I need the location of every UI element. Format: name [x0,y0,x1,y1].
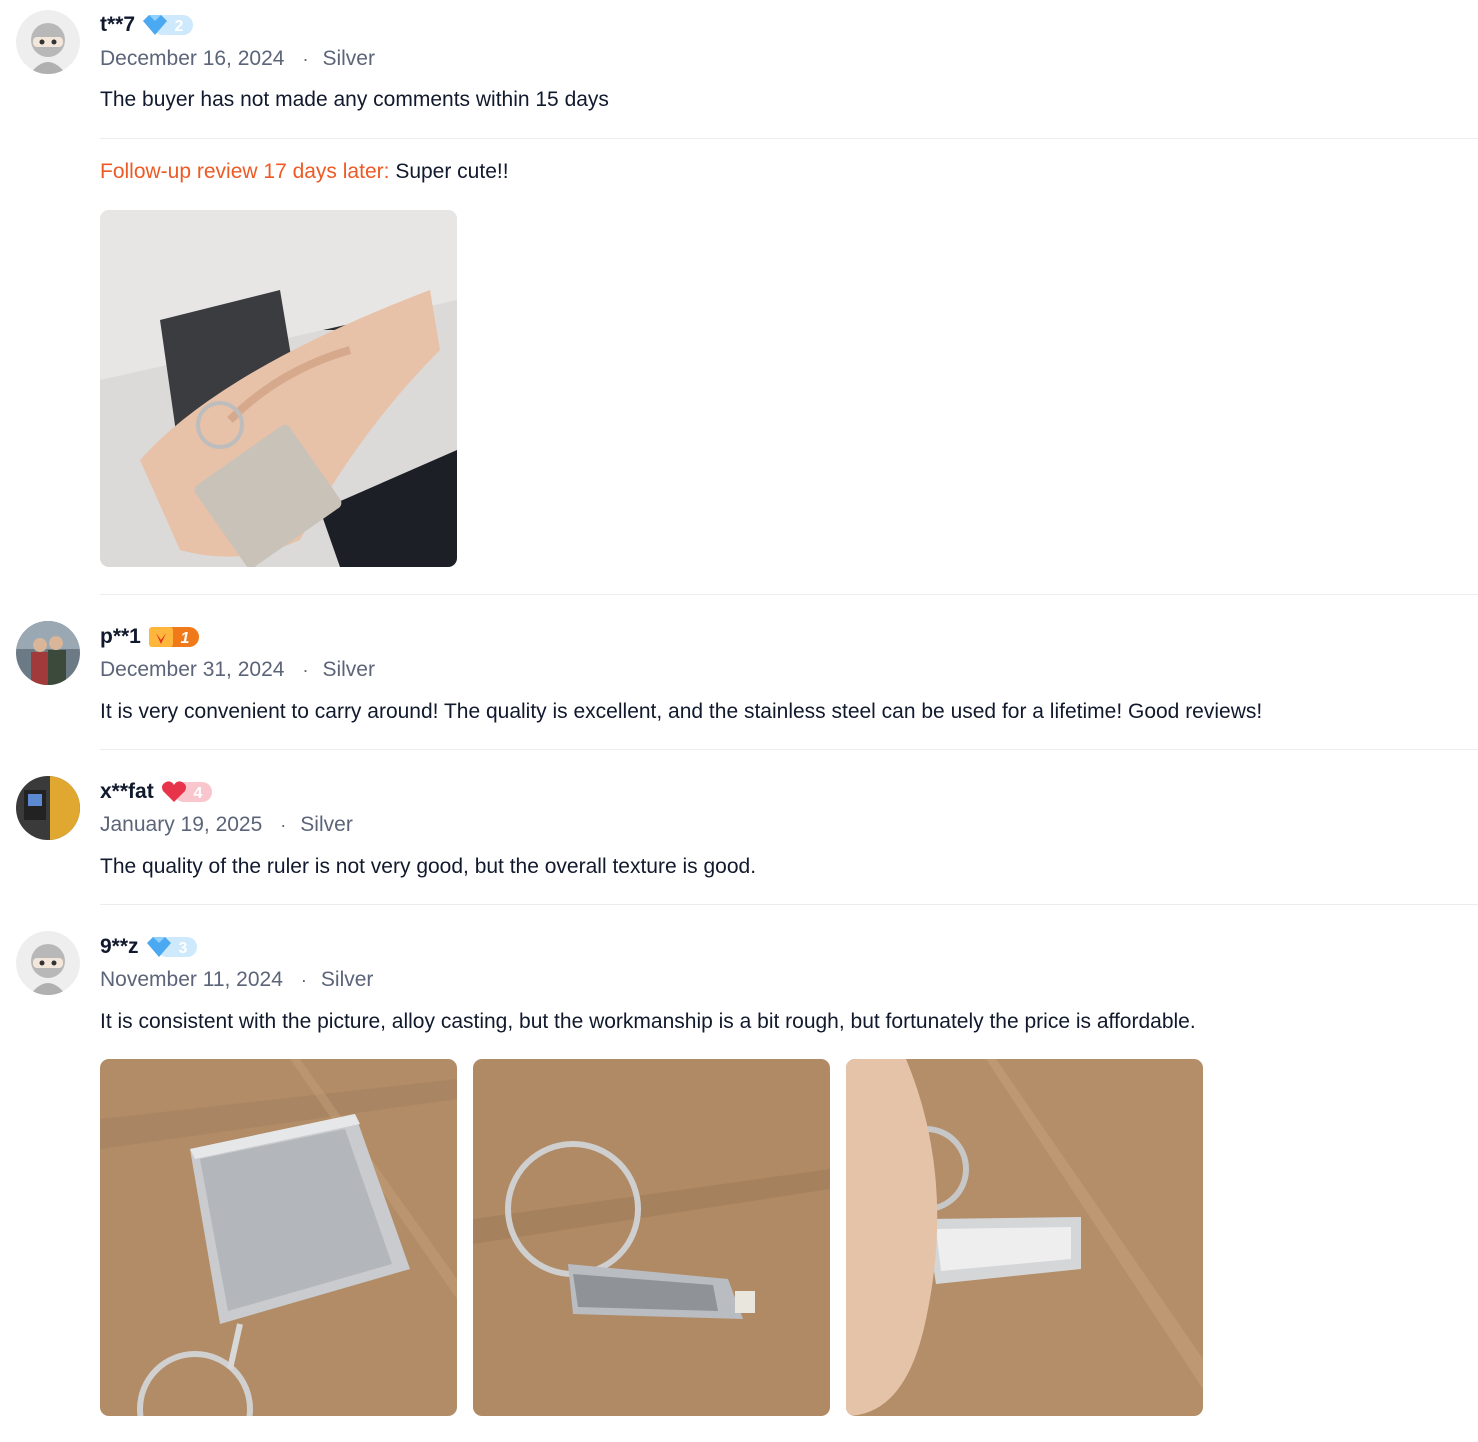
review-item: 9**z 3 November 11, 2024 · Silver It is … [0,922,1478,1442]
avatar[interactable] [16,776,80,840]
variant-label: Silver [322,658,375,681]
meta-separator: · [302,659,309,680]
followup-label: Follow-up review 17 days later: [100,160,390,183]
review-comment: It is consistent with the picture, alloy… [100,1010,1196,1033]
badge-level: 2 [175,18,184,35]
badge-level: 3 [178,940,187,957]
review-date: December 16, 2024 [100,47,285,70]
review-photo[interactable] [846,1059,1203,1416]
review-comment: It is very convenient to carry around! T… [100,700,1263,723]
meta-separator: · [300,969,307,990]
review-comment: The quality of the ruler is not very goo… [100,855,757,878]
variant-label: Silver [320,968,374,991]
username: p**1 [100,625,141,648]
diamond-badge-icon: 3 [145,934,199,960]
variant-label: Silver [322,47,375,70]
username: t**7 [100,13,136,36]
review-item: x**fat 4 January 19, 2025 · Silver The q… [0,767,1478,905]
review-photo[interactable] [100,210,457,567]
badge-level: 1 [180,630,189,647]
meta-separator: · [302,48,309,69]
review-date: January 19, 2025 [100,813,263,836]
divider [100,749,1478,750]
meta-separator: · [280,814,287,835]
avatar[interactable] [16,621,80,685]
review-date: November 11, 2024 [100,968,283,991]
review-item: t**7 2 December 16, 2024 · Silver The bu… [0,0,1478,595]
avatar[interactable] [16,10,80,74]
avatar[interactable] [16,931,80,995]
divider [100,594,1478,595]
review-comment: The buyer has not made any comments with… [100,88,609,111]
divider [100,138,1478,139]
heart-badge-icon: 4 [160,779,214,805]
username: x**fat [100,780,154,803]
variant-label: Silver [300,813,353,836]
badge-level: 4 [193,785,202,802]
divider [100,904,1478,905]
followup-review: Follow-up review 17 days later: Super cu… [100,160,509,190]
crown-badge-icon: 1 [147,624,201,650]
diamond-badge-icon: 2 [141,12,195,38]
review-date: December 31, 2024 [100,658,285,681]
username: 9**z [100,935,139,958]
review-photo[interactable] [100,1059,457,1416]
review-item: p**1 1 December 31, 2024 · Silver It is … [0,612,1478,750]
review-photo[interactable] [473,1059,830,1416]
followup-text: Super cute!! [395,160,509,183]
